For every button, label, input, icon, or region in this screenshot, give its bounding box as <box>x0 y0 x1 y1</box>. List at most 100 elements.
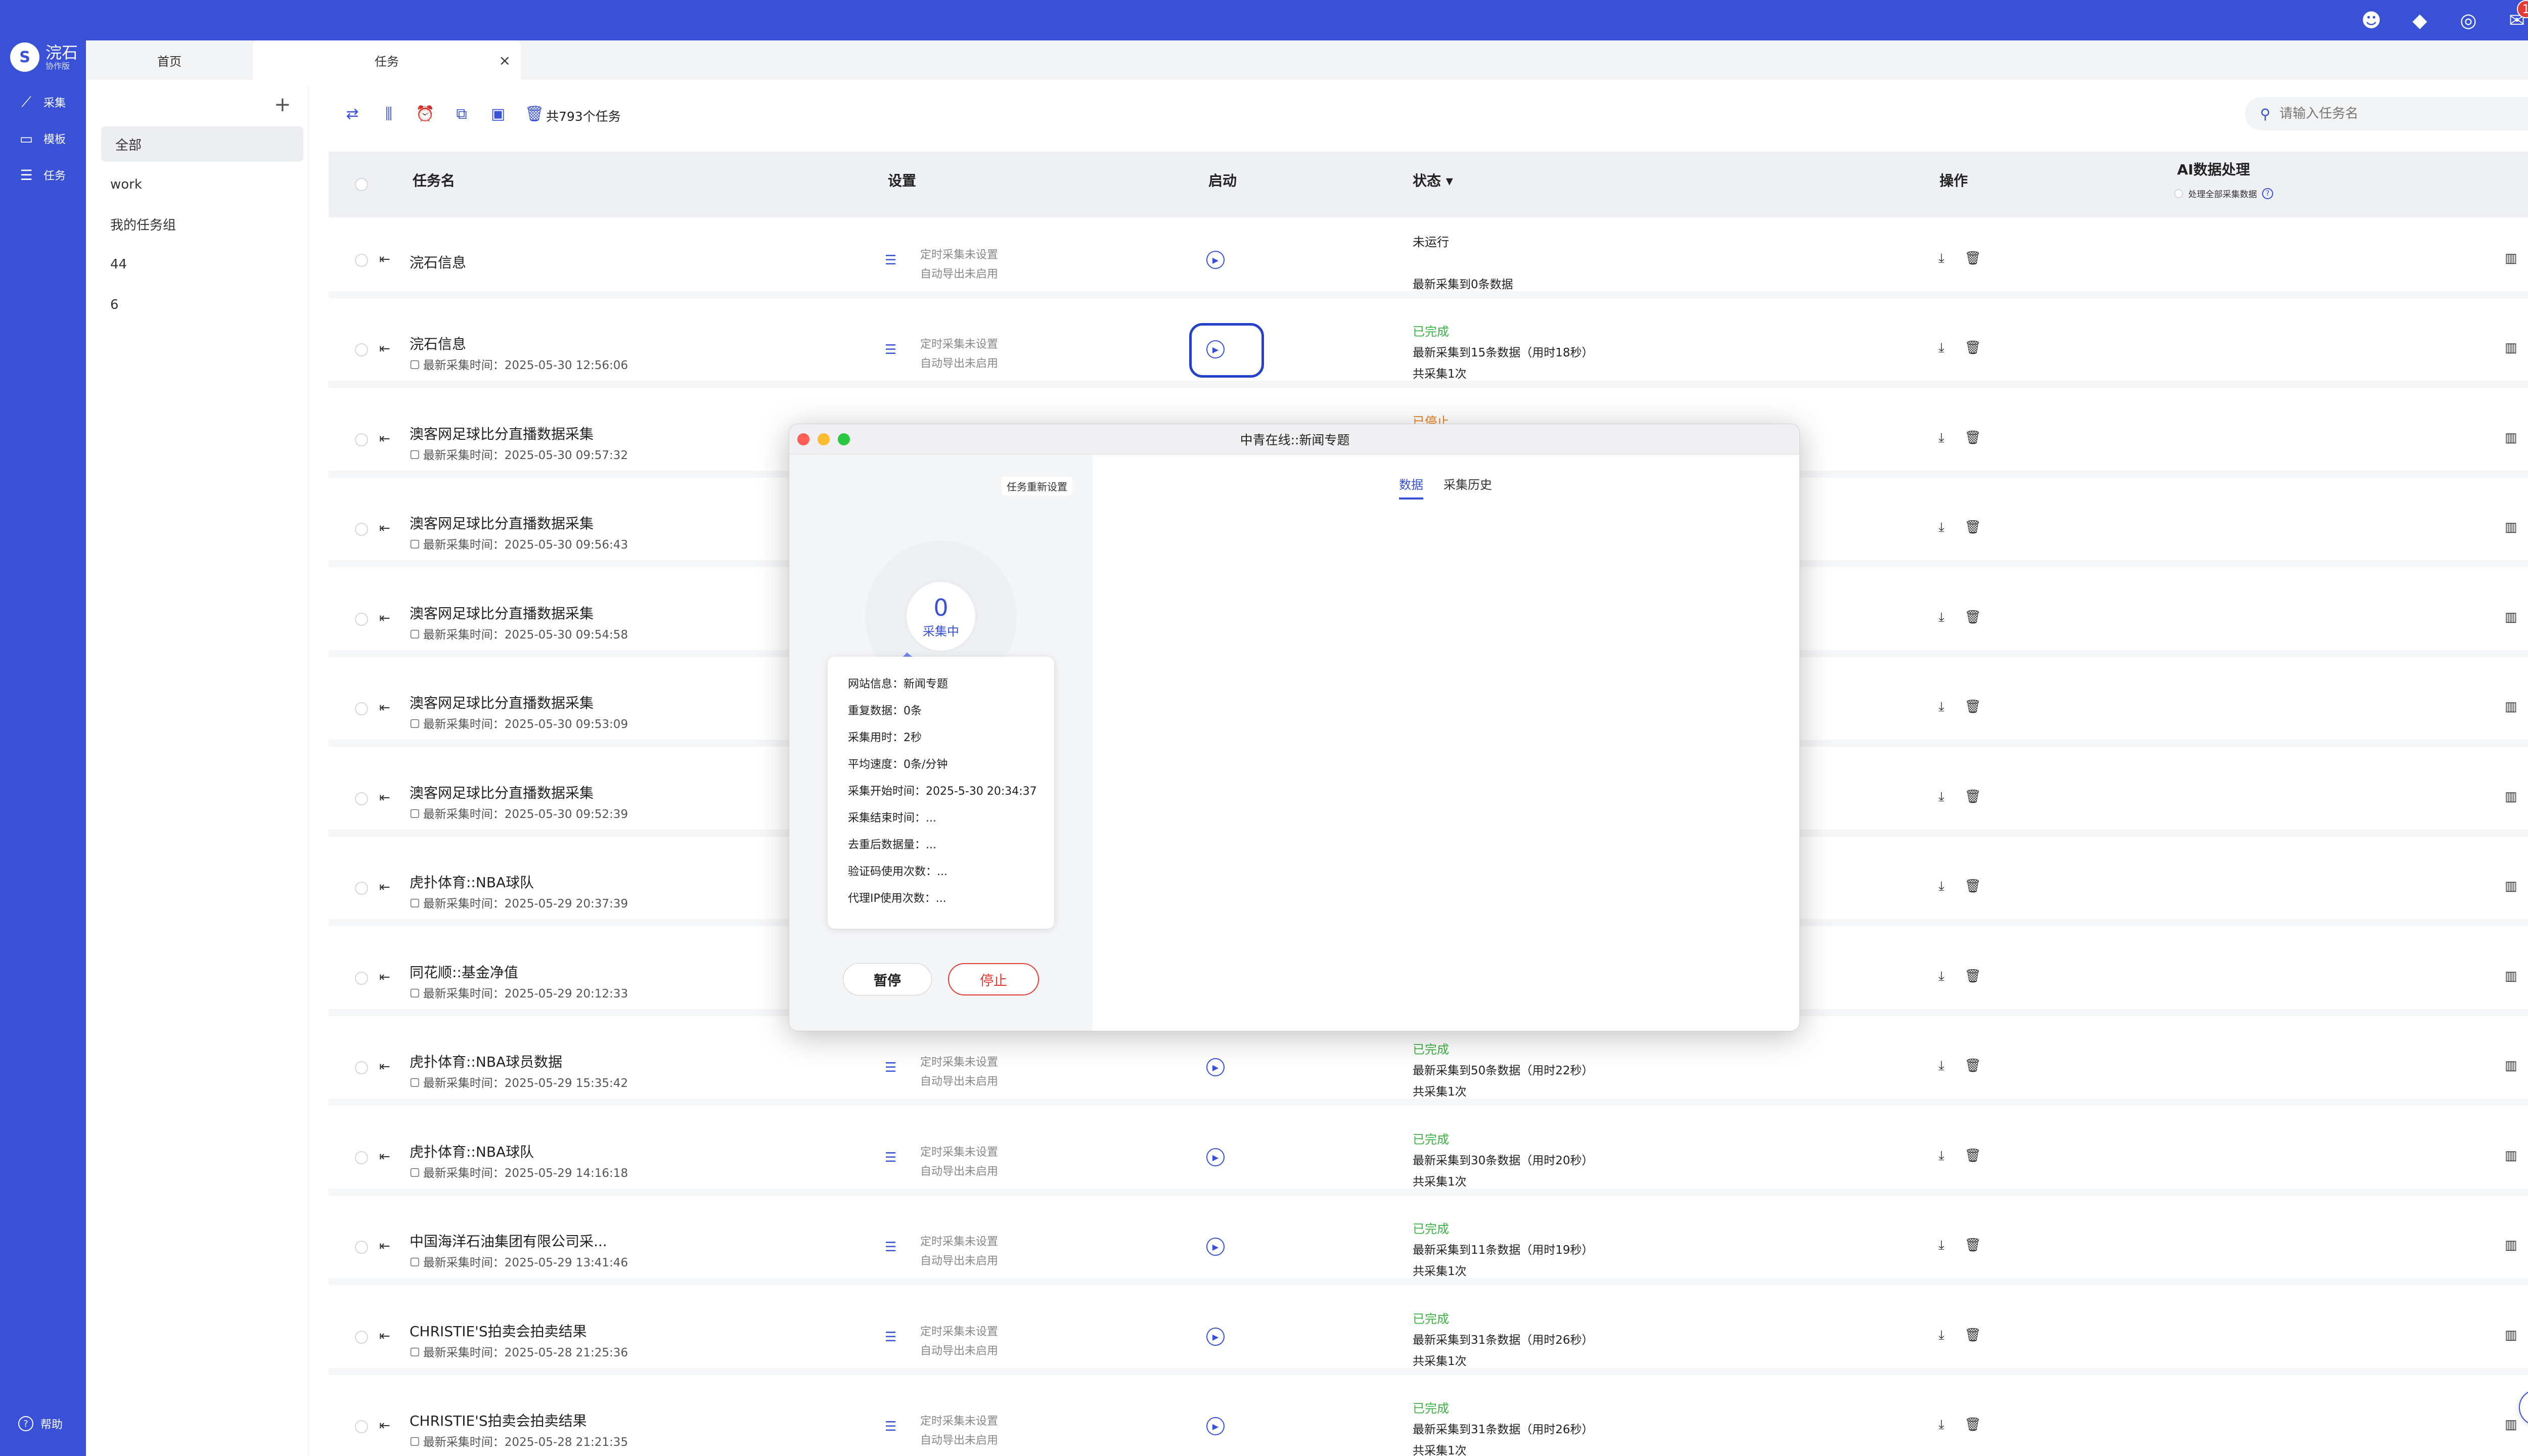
delete-icon[interactable]: 🗑 <box>1965 1148 1981 1164</box>
list-icon[interactable]: ☰ <box>885 1240 896 1255</box>
bar-chart-icon[interactable]: ▥ <box>2505 520 2517 535</box>
points-icon[interactable]: ◎ <box>2455 7 2481 33</box>
maximize-window-icon[interactable] <box>838 433 850 445</box>
download-icon[interactable]: ⤓ <box>1938 1417 1945 1433</box>
alarm-icon[interactable]: ⏰ <box>416 105 434 123</box>
sidebar-item-task[interactable]: ☰ 任务 <box>17 166 66 184</box>
play-icon[interactable]: ▶ <box>1206 1238 1225 1256</box>
row-checkbox[interactable] <box>355 792 368 805</box>
ai-process-all[interactable]: 处理全部采集数据 ? <box>2174 187 2273 200</box>
row-checkbox[interactable] <box>355 1331 368 1344</box>
bar-chart-icon[interactable]: ▥ <box>2505 1328 2517 1343</box>
tab-home[interactable]: 首页 <box>86 40 253 80</box>
download-icon[interactable]: ⤓ <box>1938 699 1945 715</box>
select-all-checkbox[interactable] <box>355 178 368 191</box>
download-icon[interactable]: ⤓ <box>1938 789 1945 805</box>
bar-chart-icon[interactable]: ▥ <box>2505 1238 2517 1253</box>
pause-button[interactable]: 暂停 <box>843 963 932 995</box>
group-item-all[interactable]: 全部 <box>101 126 303 162</box>
pin-icon[interactable]: ⇤ <box>379 1239 390 1254</box>
group-item-my[interactable]: 我的任务组 <box>96 206 308 242</box>
help-icon[interactable]: ? <box>2262 188 2273 199</box>
pin-icon[interactable]: ⇤ <box>379 252 390 267</box>
delete-icon[interactable]: 🗑 <box>1965 251 1981 266</box>
table-row[interactable]: ⇤ CHRISTIE'S拍卖会拍卖结果 ▢ 最新采集时间：2025-05-28 21:… <box>329 1384 2528 1456</box>
play-icon[interactable]: ▶ <box>1206 1148 1225 1166</box>
delete-icon[interactable]: 🗑 <box>1965 1328 1981 1343</box>
row-checkbox[interactable] <box>355 882 368 895</box>
download-icon[interactable]: ⤓ <box>1938 430 1945 446</box>
tab-history[interactable]: 采集历史 <box>1443 475 1492 499</box>
row-checkbox[interactable] <box>355 343 368 356</box>
bar-chart-icon[interactable]: ▥ <box>2505 789 2517 804</box>
task-name[interactable]: 澳客网足球比分直播数据采集 <box>410 782 594 802</box>
play-icon[interactable]: ▶ <box>1206 251 1225 269</box>
row-checkbox[interactable] <box>355 523 368 536</box>
row-checkbox[interactable] <box>355 702 368 715</box>
bar-chart-icon[interactable]: ▥ <box>2505 1058 2517 1073</box>
pin-icon[interactable]: ⇤ <box>379 790 390 805</box>
group-item-work[interactable]: work <box>96 167 308 202</box>
export-icon[interactable]: ▣ <box>489 105 507 123</box>
list-icon[interactable]: ☰ <box>885 1419 896 1434</box>
delete-icon[interactable]: 🗑 <box>1965 610 1981 625</box>
download-icon[interactable]: ⤓ <box>1938 1058 1945 1074</box>
delete-icon[interactable]: 🗑 <box>1965 879 1981 894</box>
bar-chart-icon[interactable]: ▥ <box>2505 251 2517 266</box>
bar-chart-icon[interactable]: ▥ <box>2505 1148 2517 1163</box>
avatar-icon[interactable]: ☻ <box>2358 7 2384 33</box>
download-icon[interactable]: ⤓ <box>1938 610 1945 625</box>
task-name[interactable]: 澳客网足球比分直播数据采集 <box>410 692 594 712</box>
download-icon[interactable]: ⤓ <box>1938 969 1945 984</box>
pin-icon[interactable]: ⇤ <box>379 1149 390 1164</box>
task-name[interactable]: 虎扑体育::NBA球队 <box>410 1141 534 1161</box>
row-checkbox[interactable] <box>355 254 368 267</box>
bar-chart-icon[interactable]: ▥ <box>2505 969 2517 984</box>
notification-icon[interactable]: ✉ 1 <box>2504 0 2528 33</box>
task-name[interactable]: 浣石信息 <box>410 252 466 272</box>
sidebar-item-collect[interactable]: ⟋ 采集 <box>17 93 66 111</box>
pin-icon[interactable]: ⇤ <box>379 611 390 626</box>
pin-icon[interactable]: ⇤ <box>379 880 390 895</box>
ai-process-all-checkbox[interactable] <box>2174 189 2183 198</box>
help-link[interactable]: ? 帮助 <box>18 1416 63 1432</box>
pin-icon[interactable]: ⇤ <box>379 1329 390 1344</box>
pin-icon[interactable]: ⇤ <box>379 1059 390 1074</box>
delete-icon[interactable]: 🗑 <box>1965 1238 1981 1253</box>
delete-icon[interactable]: 🗑 <box>1965 430 1981 446</box>
table-row[interactable]: ⇤浣石信息☰定时采集未设置自动导出未启用▶未运行 最新采集到0条数据⤓🗑▥⟲⌘▤ <box>329 217 2528 298</box>
task-name[interactable]: 澳客网足球比分直播数据采集 <box>410 423 594 443</box>
delete-icon[interactable]: 🗑 <box>1965 1058 1981 1074</box>
task-name[interactable]: 澳客网足球比分直播数据采集 <box>410 603 594 623</box>
play-icon[interactable]: ▶ <box>1206 1417 1225 1435</box>
download-icon[interactable]: ⤓ <box>1938 1238 1945 1253</box>
download-icon[interactable]: ⤓ <box>1938 520 1945 535</box>
delete-icon[interactable]: 🗑 <box>1965 789 1981 805</box>
task-name[interactable]: CHRISTIE'S拍卖会拍卖结果 <box>410 1321 587 1341</box>
delete-icon[interactable]: 🗑 <box>1965 699 1981 715</box>
pin-icon[interactable]: ⇤ <box>379 700 390 715</box>
table-row[interactable]: ⇤ CHRISTIE'S拍卖会拍卖结果 ▢ 最新采集时间：2025-05-28 21:… <box>329 1294 2528 1375</box>
pin-icon[interactable]: ⇤ <box>379 431 390 446</box>
bar-chart-icon[interactable]: ▥ <box>2505 699 2517 714</box>
table-row[interactable]: ⇤ 虎扑体育::NBA球员数据 ▢ 最新采集时间：2025-05-29 15:35:4… <box>329 1025 2528 1106</box>
bar-chart-icon[interactable]: ▥ <box>2505 879 2517 894</box>
pin-icon[interactable]: ⇤ <box>379 1418 390 1433</box>
bar-chart-icon[interactable]: ▥ <box>2505 1417 2517 1432</box>
delete-icon[interactable]: 🗑 <box>1965 969 1981 984</box>
copy-icon[interactable]: ⧉ <box>453 105 470 123</box>
header-status[interactable]: 状态 ▾ <box>1413 170 1453 190</box>
sidebar-item-template[interactable]: ▭ 模板 <box>17 129 66 148</box>
pin-icon[interactable]: ⇤ <box>379 970 390 985</box>
add-group-button[interactable]: + <box>274 93 291 116</box>
download-icon[interactable]: ⤓ <box>1938 1328 1945 1343</box>
delete-icon[interactable]: 🗑 <box>1965 520 1981 535</box>
stop-button[interactable]: 停止 <box>948 963 1039 995</box>
table-row[interactable]: ⇤ 浣石信息 ▢ 最新采集时间：2025-05-30 12:56:06 ☰ 定时采集未设置… <box>329 307 2528 388</box>
download-icon[interactable]: ⤓ <box>1938 879 1945 894</box>
list-icon[interactable]: ☰ <box>885 1150 896 1165</box>
switch-icon[interactable]: ⇄ <box>344 105 361 123</box>
table-row[interactable]: ⇤ 虎扑体育::NBA球队 ▢ 最新采集时间：2025-05-29 14:16:18 ☰… <box>329 1115 2528 1196</box>
trash-icon[interactable]: 🗑 <box>525 105 544 123</box>
close-window-icon[interactable] <box>797 433 809 445</box>
